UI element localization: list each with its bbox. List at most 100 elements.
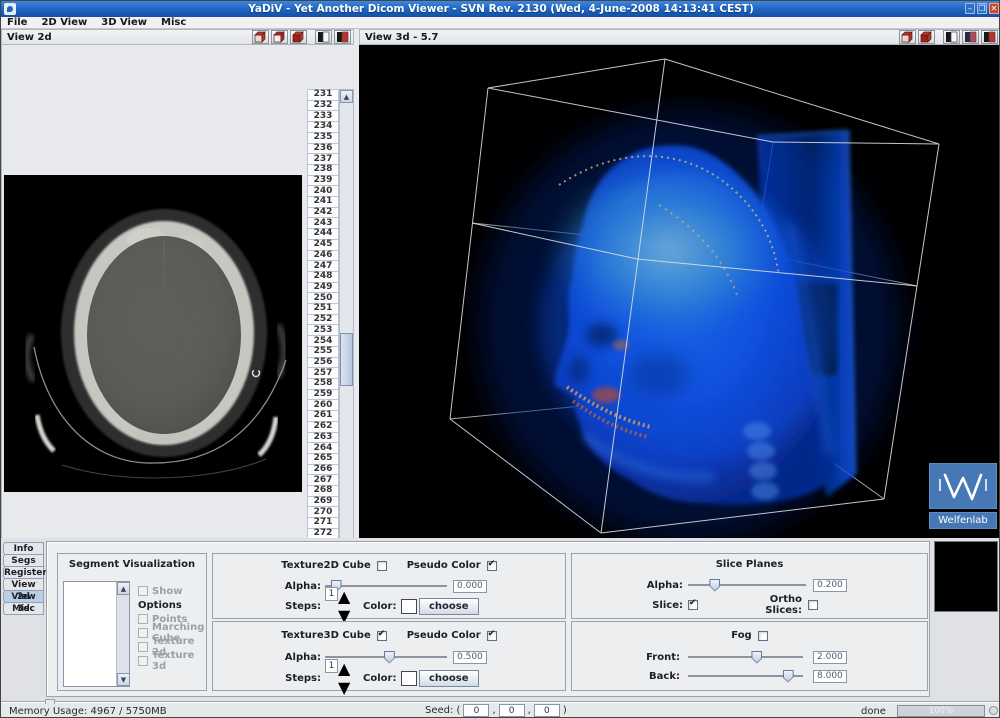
steps-value[interactable]: 1 [325, 587, 338, 601]
open-cube-icon[interactable] [271, 30, 288, 44]
panel-red-icon[interactable] [981, 30, 998, 44]
fog-back-value-field[interactable]: 8.000 [813, 670, 847, 683]
seed-z-input[interactable] [534, 704, 560, 717]
alpha-value-field[interactable]: 0.000 [453, 580, 487, 593]
scroll-up-icon[interactable]: ▲ [117, 582, 130, 595]
slider-thumb[interactable] [783, 670, 794, 683]
slice-planes-title: Slice Planes [572, 559, 927, 570]
fog-front-value-field[interactable]: 2.000 [813, 651, 847, 664]
fog-checkbox[interactable] [758, 631, 768, 641]
splitter-notch[interactable] [45, 699, 55, 704]
view3d-canvas[interactable]: Welfenlab [359, 45, 1000, 538]
steps-spinner[interactable]: 1 ▲▼ [325, 659, 350, 697]
slider-thumb[interactable] [384, 651, 395, 664]
seed-separator: , [492, 705, 495, 716]
yadiv-window: YaDiV - Yet Another Dicom Viewer - SVN R… [0, 0, 1000, 718]
spinner-down-icon[interactable]: ▼ [338, 678, 350, 697]
seed-label: Seed: ( [425, 705, 460, 716]
status-bar: Memory Usage: 4967 / 5750MB Seed: ( , , … [1, 701, 1000, 718]
done-label: done [861, 706, 886, 717]
scroll-down-icon[interactable]: ▼ [117, 673, 130, 686]
slice-number-list[interactable]: 2312322332342352362372382392402412422432… [307, 89, 339, 582]
slider-thumb[interactable] [751, 651, 762, 664]
minimize-button[interactable]: – [965, 3, 975, 14]
texture-3d-checkbox[interactable] [138, 656, 148, 666]
menu-file[interactable]: File [7, 17, 27, 28]
solid-cube-icon[interactable] [290, 30, 307, 44]
java-app-icon [4, 3, 16, 15]
panel-mixed-icon[interactable] [962, 30, 979, 44]
seed-separator: , [528, 705, 531, 716]
slice-stack-icon[interactable] [899, 30, 916, 44]
segment-listbox[interactable]: ▲ ▼ [63, 581, 130, 687]
scroll-up-icon[interactable]: ▲ [340, 90, 353, 103]
alpha-slider[interactable] [688, 584, 806, 587]
title-bar[interactable]: YaDiV - Yet Another Dicom Viewer - SVN R… [1, 1, 1000, 17]
alpha-label: Alpha: [213, 652, 321, 663]
view3d-settings-panel: Segment Visualization ▲ ▼ Show Options [46, 541, 930, 697]
alpha-value-field[interactable]: 0.500 [453, 651, 487, 664]
alpha-label: Alpha: [213, 581, 321, 592]
pseudo-color-checkbox[interactable] [487, 561, 497, 571]
view3d-title: View 3d - 5.7 [360, 32, 897, 43]
pseudo-color-label: Pseudo Color [407, 630, 481, 641]
texture2d-cube-group: Texture2D Cube Pseudo Color Alpha: 0.000… [212, 553, 566, 619]
options-label: Options [138, 600, 182, 611]
slice-checkbox[interactable] [688, 600, 698, 610]
slice-list-scrollbar[interactable]: ▲ ▼ [339, 89, 354, 582]
seed-input-group: Seed: ( , , ) [425, 704, 567, 717]
texture-2d-checkbox[interactable] [138, 642, 148, 652]
menu-misc[interactable]: Misc [161, 17, 186, 28]
status-round-button[interactable] [989, 706, 998, 715]
ortho-slices-checkbox[interactable] [808, 600, 818, 610]
texture3d-cube-checkbox[interactable] [377, 631, 387, 641]
solid-cube-icon[interactable] [918, 30, 935, 44]
alpha-value-field[interactable]: 0.200 [813, 579, 847, 592]
texture2d-cube-checkbox[interactable] [377, 561, 387, 571]
show-checkbox[interactable] [138, 586, 148, 596]
fog-back-slider[interactable] [688, 675, 803, 678]
panel-red-icon[interactable] [334, 30, 351, 44]
choose-color-button[interactable]: choose [419, 598, 479, 615]
ortho-slices-label: Ortho Slices: [732, 594, 802, 616]
spinner-up-icon[interactable]: ▲ [338, 587, 350, 606]
panel-light-icon[interactable] [943, 30, 960, 44]
color-label: Color: [363, 601, 395, 612]
choose-color-button[interactable]: choose [419, 670, 479, 687]
view3d-toolbar [897, 30, 1000, 44]
view3d-header: View 3d - 5.7 [359, 29, 1000, 45]
tab-register[interactable]: Register [3, 566, 44, 579]
menu-2d-view[interactable]: 2D View [41, 17, 87, 28]
color-swatch[interactable] [401, 599, 417, 614]
segment-listbox-scrollbar[interactable]: ▲ ▼ [116, 582, 129, 686]
panel-light-icon[interactable] [315, 30, 332, 44]
spinner-up-icon[interactable]: ▲ [338, 659, 350, 678]
menu-3d-view[interactable]: 3D View [101, 17, 147, 28]
color-label: Color: [363, 673, 395, 684]
steps-value[interactable]: 1 [325, 659, 338, 673]
fog-front-slider[interactable] [688, 656, 803, 659]
color-swatch[interactable] [401, 671, 417, 686]
texture3d-cube-label: Texture3D Cube [281, 630, 370, 641]
slice-label: Slice: [572, 600, 683, 611]
points-checkbox[interactable] [138, 614, 148, 624]
steps-label: Steps: [213, 673, 321, 684]
slider-thumb[interactable] [709, 579, 720, 592]
pseudo-color-checkbox[interactable] [487, 631, 497, 641]
marching-cube-checkbox[interactable] [138, 628, 148, 638]
seed-y-input[interactable] [499, 704, 525, 717]
steps-spinner[interactable]: 1 ▲▼ [325, 587, 350, 625]
scrollbar-thumb[interactable] [340, 333, 353, 386]
memory-usage-label: Memory Usage: 4967 / 5750MB [9, 706, 167, 717]
window-title: YaDiV - Yet Another Dicom Viewer - SVN R… [1, 3, 1000, 15]
maximize-button[interactable]: ❐ [977, 3, 987, 14]
progress-bar: 100% [897, 705, 985, 717]
close-button[interactable]: ✕ [989, 3, 999, 14]
tab-misc[interactable]: Misc [3, 602, 44, 615]
view2d-title: View 2d [2, 32, 250, 43]
seed-x-input[interactable] [463, 704, 489, 717]
slice-stack-icon[interactable] [252, 30, 269, 44]
ct-slice-canvas[interactable] [4, 175, 302, 492]
progress-percent: 100% [898, 706, 984, 717]
segment-visualization-group: Segment Visualization ▲ ▼ Show Options [57, 553, 207, 691]
